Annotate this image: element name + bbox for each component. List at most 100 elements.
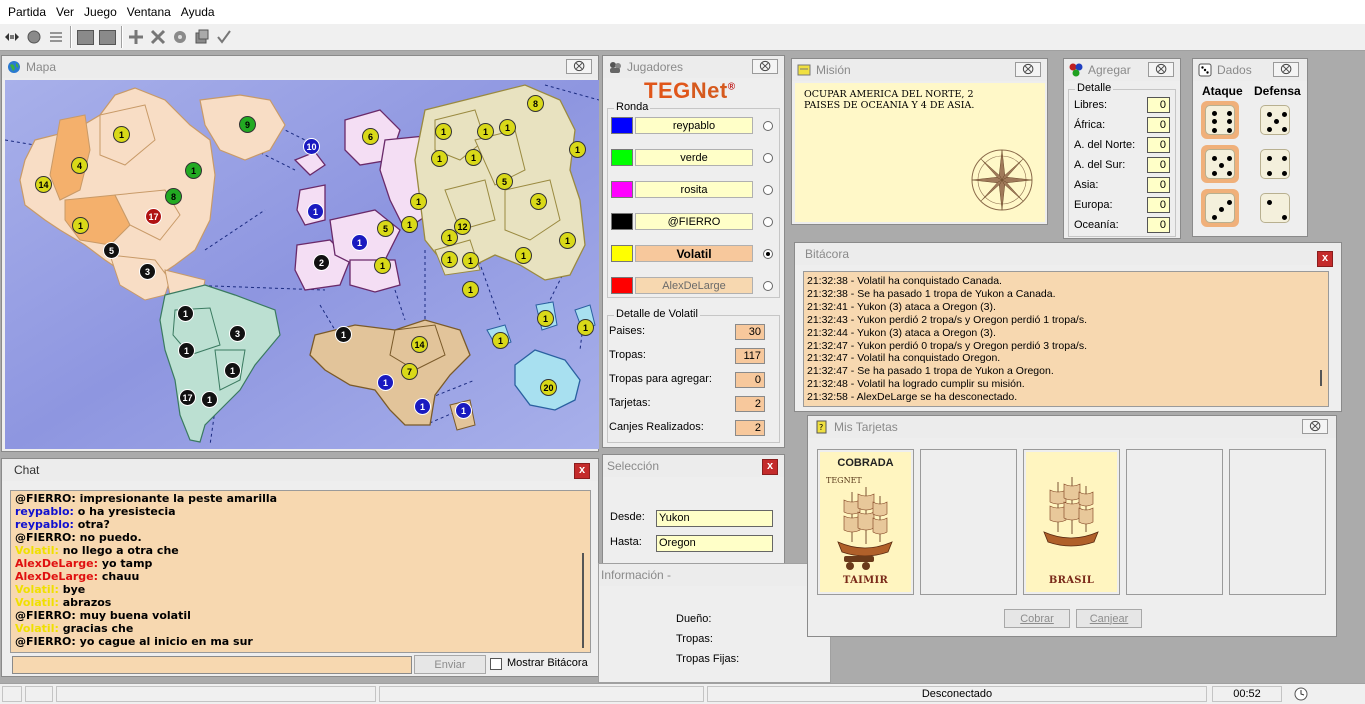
menu-partida[interactable]: Partida xyxy=(3,5,51,19)
add-close-button[interactable]: ⨂ xyxy=(1148,62,1174,77)
army-marker[interactable]: 1 xyxy=(441,251,458,268)
army-marker[interactable]: 3 xyxy=(139,263,156,280)
chat-scrollbar[interactable] xyxy=(578,493,588,650)
player-row[interactable]: Volatil xyxy=(611,244,773,263)
menu-ventana[interactable]: Ventana xyxy=(122,5,176,19)
army-marker[interactable]: 1 xyxy=(435,123,452,140)
army-marker[interactable]: 1 xyxy=(410,193,427,210)
stop2-icon[interactable] xyxy=(96,26,118,48)
army-marker[interactable]: 1 xyxy=(414,398,431,415)
army-marker[interactable]: 8 xyxy=(527,95,544,112)
army-marker[interactable]: 4 xyxy=(71,157,88,174)
army-marker[interactable]: 1 xyxy=(185,162,202,179)
army-marker[interactable]: 14 xyxy=(35,176,52,193)
menu-ver[interactable]: Ver xyxy=(51,5,79,19)
player-row[interactable]: @FIERRO xyxy=(611,212,773,231)
world-map[interactable]: 1 9 4 14 1 8 1 17 5 3 10 1 6 1 1 1 8 1 1 1 5 1 3 12 1 5 1 1 1 1 1 1 1 2 1 1… xyxy=(4,80,600,449)
players-close-button[interactable]: ⨂ xyxy=(752,59,778,74)
army-marker[interactable]: 9 xyxy=(239,116,256,133)
army-marker[interactable]: 1 xyxy=(455,402,472,419)
army-marker[interactable]: 20 xyxy=(540,379,557,396)
mission-close-button[interactable]: ⨂ xyxy=(1015,62,1041,77)
player-row[interactable]: verde xyxy=(611,148,773,167)
army-marker[interactable]: 1 xyxy=(515,247,532,264)
country-card[interactable]: BRASIL xyxy=(1026,452,1117,592)
army-marker[interactable]: 1 xyxy=(177,305,194,322)
army-marker[interactable]: 10 xyxy=(303,138,320,155)
player-turn-radio[interactable] xyxy=(763,216,773,227)
player-turn-radio[interactable] xyxy=(763,248,773,259)
add-row-value[interactable]: 0 xyxy=(1147,97,1170,113)
menu-juego[interactable]: Juego xyxy=(79,5,122,19)
army-marker[interactable]: 1 xyxy=(569,141,586,158)
army-marker[interactable]: 1 xyxy=(401,216,418,233)
add-row-value[interactable]: 0 xyxy=(1147,117,1170,133)
army-marker[interactable]: 3 xyxy=(530,193,547,210)
connect-icon[interactable] xyxy=(1,26,23,48)
army-marker[interactable]: 1 xyxy=(462,281,479,298)
exchange-button[interactable]: Canjear xyxy=(1076,609,1142,628)
settings-icon[interactable] xyxy=(169,26,191,48)
send-button[interactable]: Enviar xyxy=(414,655,486,674)
map-close-button[interactable]: ⨂ xyxy=(566,59,592,74)
army-marker[interactable]: 8 xyxy=(165,188,182,205)
card-slot[interactable] xyxy=(1126,449,1223,595)
cards-close-button[interactable]: ⨂ xyxy=(1302,419,1328,434)
cancel-icon[interactable] xyxy=(147,26,169,48)
log-scrollbar[interactable] xyxy=(1316,274,1326,404)
card-slot[interactable]: BRASIL xyxy=(1023,449,1120,595)
army-marker[interactable]: 1 xyxy=(307,203,324,220)
card-slot[interactable]: COBRADA TEGNET TAIMIR xyxy=(817,449,914,595)
army-marker[interactable]: 1 xyxy=(178,342,195,359)
army-marker[interactable]: 1 xyxy=(113,126,130,143)
player-turn-radio[interactable] xyxy=(763,184,773,195)
army-marker[interactable]: 5 xyxy=(103,242,120,259)
to-field[interactable]: Oregon xyxy=(656,535,773,552)
add-row-value[interactable]: 0 xyxy=(1147,177,1170,193)
chat-log[interactable]: @FIERRO: impresionante la peste amarilla… xyxy=(10,490,591,653)
army-marker[interactable]: 5 xyxy=(496,173,513,190)
list-icon[interactable] xyxy=(45,26,67,48)
army-marker[interactable]: 1 xyxy=(537,310,554,327)
army-marker[interactable]: 5 xyxy=(377,220,394,237)
army-marker[interactable]: 1 xyxy=(374,257,391,274)
army-marker[interactable]: 3 xyxy=(229,325,246,342)
army-marker[interactable]: 14 xyxy=(411,336,428,353)
add-row-value[interactable]: 0 xyxy=(1147,157,1170,173)
player-row[interactable]: AlexDeLarge xyxy=(611,276,773,295)
stop-icon[interactable] xyxy=(74,26,96,48)
add-row-value[interactable]: 0 xyxy=(1147,217,1170,233)
army-marker[interactable]: 2 xyxy=(313,254,330,271)
player-turn-radio[interactable] xyxy=(763,280,773,291)
army-marker[interactable]: 1 xyxy=(377,374,394,391)
country-card[interactable]: COBRADA TEGNET TAIMIR xyxy=(820,452,911,592)
log-list[interactable]: 21:32:38 - Volatil ha conquistado Canada… xyxy=(803,271,1329,407)
card-slot[interactable] xyxy=(1229,449,1326,595)
player-turn-radio[interactable] xyxy=(763,152,773,163)
army-marker[interactable]: 1 xyxy=(559,232,576,249)
check-icon[interactable] xyxy=(213,26,235,48)
add-row-value[interactable]: 0 xyxy=(1147,137,1170,153)
copy-icon[interactable] xyxy=(191,26,213,48)
army-marker[interactable]: 17 xyxy=(179,389,196,406)
army-marker[interactable]: 1 xyxy=(499,119,516,136)
chat-input[interactable] xyxy=(12,656,412,674)
army-marker[interactable]: 6 xyxy=(362,128,379,145)
army-marker[interactable]: 7 xyxy=(401,363,418,380)
army-marker[interactable]: 1 xyxy=(577,319,594,336)
from-field[interactable]: Yukon xyxy=(656,510,773,527)
player-row[interactable]: rosita xyxy=(611,180,773,199)
army-marker[interactable]: 1 xyxy=(492,332,509,349)
army-marker[interactable]: 1 xyxy=(335,326,352,343)
player-row[interactable]: reypablo xyxy=(611,116,773,135)
collect-button[interactable]: Cobrar xyxy=(1004,609,1070,628)
card-slot[interactable] xyxy=(920,449,1017,595)
show-log-checkbox[interactable] xyxy=(490,658,502,670)
army-marker[interactable]: 1 xyxy=(201,391,218,408)
menu-ayuda[interactable]: Ayuda xyxy=(176,5,220,19)
start-icon[interactable] xyxy=(23,26,45,48)
army-marker[interactable]: 1 xyxy=(441,229,458,246)
army-marker[interactable]: 1 xyxy=(462,252,479,269)
army-marker[interactable]: 17 xyxy=(145,208,162,225)
army-marker[interactable]: 1 xyxy=(351,234,368,251)
